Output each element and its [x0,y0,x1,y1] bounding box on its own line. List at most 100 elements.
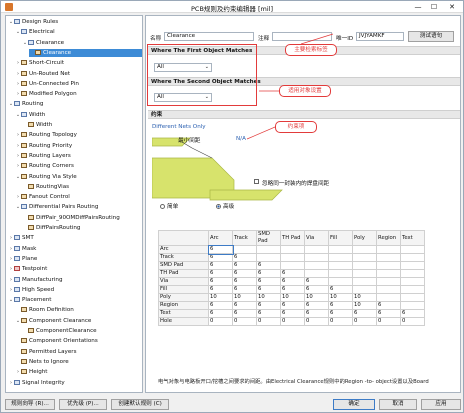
simple-radio[interactable]: 简单 [160,202,178,210]
uid-input[interactable]: JVJYAMKF [356,32,404,41]
matrix-cell[interactable]: 6 [232,261,257,270]
tree-item[interactable]: ⌄ Design Rules [8,18,142,26]
comment-input[interactable] [272,32,332,41]
matrix-cell[interactable]: 10 [352,293,377,302]
maximize-button[interactable]: ☐ [427,1,441,13]
matrix-cell[interactable]: 6 [232,301,257,310]
matrix-cell[interactable]: 6 [208,285,233,294]
create-default-rules-button[interactable]: 创建默认规则 (C) [111,399,169,410]
matrix-cell[interactable]: 0 [208,317,233,326]
tree-item[interactable]: › SMT [8,234,142,242]
matrix-cell[interactable]: 10 [304,293,329,302]
tree-item[interactable]: ComponentClearance [22,327,142,335]
tree-item[interactable]: › Routing Topology [15,131,142,139]
matrix-cell[interactable]: 6 [256,301,281,310]
close-button[interactable]: ✕ [445,1,459,13]
matrix-cell[interactable]: 6 [232,285,257,294]
matrix-cell[interactable]: 0 [280,317,305,326]
tree-item[interactable]: ⌄ Routing [8,100,142,108]
tree-item[interactable]: Component Orientations [15,337,142,345]
matrix-cell[interactable]: 6 [280,269,305,278]
matrix-cell[interactable]: 6 [328,301,353,310]
matrix-cell[interactable]: 6 [328,309,353,318]
minimize-button[interactable]: — [411,1,425,13]
matrix-cell[interactable]: 6 [304,277,329,286]
test-query-button[interactable]: 测试语句 [408,31,454,42]
tree-item[interactable]: ⌄ Differential Pairs Routing [15,203,142,211]
matrix-cell[interactable]: 0 [352,317,377,326]
matrix-cell[interactable]: 10 [352,301,377,310]
matrix-cell[interactable]: 6 [232,277,257,286]
matrix-cell[interactable]: 6 [232,269,257,278]
tree-item[interactable]: ⌄ Electrical [15,28,142,36]
cancel-button[interactable]: 取消 [379,399,417,410]
tree-item[interactable]: › Mask [8,245,142,253]
tree-item[interactable]: Nets to Ignore [15,358,142,366]
tree-item[interactable]: › Plane [8,255,142,263]
tree-item[interactable]: › Routing Priority [15,142,142,150]
apply-button[interactable]: 应用 [421,399,461,410]
tree-item[interactable]: Permitted Layers [15,348,142,356]
matrix-cell[interactable]: 6 [208,261,233,270]
matrix-cell[interactable]: 6 [256,277,281,286]
tree-item[interactable]: Clearance [29,48,142,57]
tree-item[interactable]: › Modified Polygon [15,90,142,98]
matrix-cell[interactable]: 6 [280,309,305,318]
matrix-cell[interactable]: 10 [208,293,233,302]
matrix-cell[interactable]: 10 [280,293,305,302]
tree-item[interactable]: › Routing Layers [15,152,142,160]
matrix-cell[interactable]: 6 [280,285,305,294]
tree-item[interactable]: › Signal Integrity [8,379,142,387]
tree-item[interactable]: › Un-Routed Net [15,70,142,78]
matrix-cell[interactable]: 6 [256,261,281,270]
matrix-cell[interactable]: 6 [208,269,233,278]
matrix-cell[interactable]: 6 [208,277,233,286]
matrix-cell[interactable]: 6 [376,301,401,310]
tree-item[interactable]: ⌄ Width [15,111,142,119]
matrix-cell[interactable]: 0 [400,317,425,326]
matrix-cell[interactable]: 10 [328,293,353,302]
tree-item[interactable]: Width [22,121,142,129]
tree-item[interactable]: ⌄ Routing Via Style [15,173,142,181]
tree-item[interactable]: › Un-Connected Pin [15,80,142,88]
tree-item[interactable]: ⌄ Component Clearance [15,317,142,325]
tree-item[interactable]: ⌄ Placement [8,296,142,304]
matrix-cell[interactable]: 6 [280,301,305,310]
matrix-cell[interactable]: 6 [256,269,281,278]
matrix-cell[interactable]: 6 [208,309,233,318]
matrix-cell[interactable]: 6 [328,285,353,294]
tree-item[interactable]: RoutingVias [22,183,142,191]
matrix-cell[interactable]: 10 [232,293,257,302]
matrix-cell[interactable]: 6 [208,301,233,310]
min-clearance-value[interactable]: N/A [236,136,246,142]
ok-button[interactable]: 确定 [333,399,375,410]
matrix-cell[interactable]: 0 [256,317,281,326]
matrix-cell[interactable]: 6 [304,301,329,310]
matrix-cell[interactable]: 6 [376,309,401,318]
advanced-radio[interactable]: 高级 [216,202,234,210]
matrix-cell[interactable]: 6 [232,309,257,318]
matrix-cell[interactable]: 6 [352,309,377,318]
matrix-cell[interactable]: 6 [232,253,257,262]
tree-item[interactable]: › Short-Circuit [15,59,142,67]
matrix-cell[interactable]: 6 [304,309,329,318]
matrix-cell[interactable]: 6 [208,253,233,262]
tree-item[interactable]: › High Speed [8,286,142,294]
name-input[interactable]: Clearance [164,32,254,41]
tree-item[interactable]: DiffPair_90OMDiffPairsRouting [22,214,142,222]
tree-item[interactable]: › Testpoint [8,265,142,273]
tree-item[interactable]: DiffPairsRouting [22,224,142,232]
matrix-cell[interactable]: 6 [280,277,305,286]
matrix-cell[interactable]: 6 [256,309,281,318]
tree-item[interactable]: › Routing Corners [15,162,142,170]
matrix-cell[interactable]: 0 [232,317,257,326]
priority-button[interactable]: 优先级 (P)... [59,399,107,410]
matrix-cell[interactable]: 0 [328,317,353,326]
rule-wizard-button[interactable]: 规则向导 (R)... [5,399,55,410]
matrix-cell[interactable]: 0 [304,317,329,326]
matrix-cell[interactable]: 6 [207,244,234,255]
ignore-pad-checkbox[interactable] [254,179,259,184]
tree-item[interactable]: › Height [15,368,142,376]
tree-item[interactable]: ⌄ Clearance [22,39,142,47]
matrix-cell[interactable]: 6 [400,309,425,318]
